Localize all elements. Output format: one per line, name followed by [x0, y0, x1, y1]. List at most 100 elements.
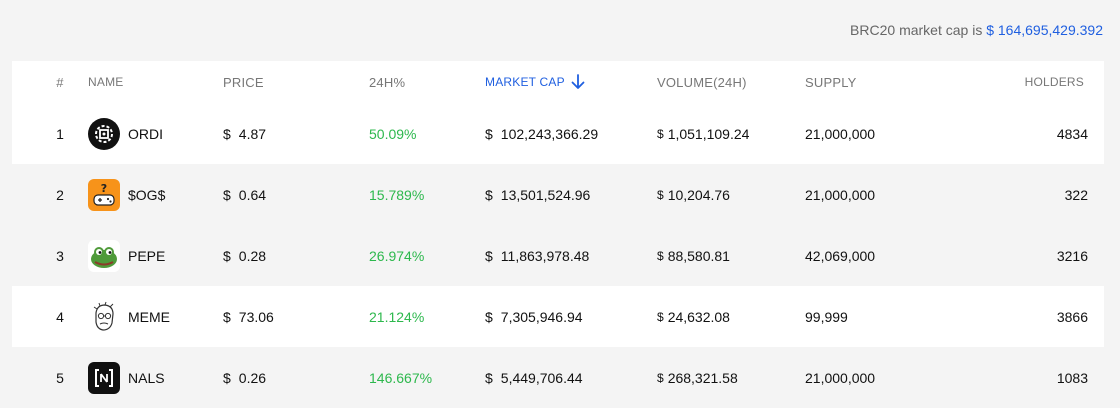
currency-symbol: $ — [485, 186, 493, 203]
market-cap-value: 7,305,946.94 — [500, 308, 583, 325]
col-header-supply[interactable]: SUPPLY — [805, 61, 857, 103]
col-header-volume[interactable]: VOLUME(24H) — [657, 61, 747, 103]
col-header-holders[interactable]: HOLDERS — [1025, 61, 1084, 103]
market-cap-value: 5,449,706.44 — [500, 369, 583, 386]
change-24h: 26.974% — [369, 247, 425, 264]
market-cap-cell: $13,501,524.96 — [485, 164, 590, 225]
supply-value: 21,000,000 — [805, 369, 876, 386]
market-cap-value: $ 164,695,429.392 — [986, 22, 1103, 38]
volume-cell: $268,321.58 — [657, 347, 738, 408]
change-24h: 21.124% — [369, 308, 425, 325]
supply-value: 21,000,000 — [805, 186, 876, 203]
market-cap-cell: $5,449,706.44 — [485, 347, 583, 408]
row-rank: 5 — [56, 369, 64, 386]
token-name-cell[interactable]: NALS — [88, 347, 165, 408]
price-value: 0.28 — [238, 247, 267, 264]
change-24h: 15.789% — [369, 186, 425, 203]
market-cap-value: 11,863,978.48 — [500, 247, 590, 264]
currency-symbol: $ — [657, 370, 664, 385]
currency-symbol: $ — [223, 125, 231, 142]
holders-value: 3866 — [1056, 308, 1088, 325]
table-row[interactable]: 5 NALS $0.26 146.667% $5,449,706.44 $268… — [12, 347, 1104, 408]
volume-value: 88,580.81 — [667, 247, 730, 264]
col-header-market-cap-label: MARKET CAP — [485, 75, 565, 89]
table-row[interactable]: 2 ? $OG$ $0.64 15.789% $13,501,524.96 $1… — [12, 164, 1104, 225]
volume-value: 24,632.08 — [667, 308, 730, 325]
holders-value: 4834 — [1056, 125, 1088, 142]
pepe-frog-logo-icon — [88, 239, 120, 272]
price-cell: $73.06 — [223, 286, 274, 347]
market-cap-cell: $102,243,366.29 — [485, 103, 598, 164]
price-value: 0.26 — [238, 369, 267, 386]
col-header-market-cap[interactable]: MARKET CAP — [485, 61, 585, 103]
currency-symbol: $ — [657, 309, 664, 324]
table-row[interactable]: 1 ORDI $4.87 50.09% $102,243,366.29 $1,0… — [12, 103, 1104, 164]
market-cap-summary: BRC20 market cap is $ 164,695,429.392 — [850, 22, 1103, 38]
token-name-cell[interactable]: MEME — [88, 286, 170, 347]
price-value: 0.64 — [238, 186, 267, 203]
market-cap-value: 13,501,524.96 — [500, 186, 591, 203]
currency-symbol: $ — [485, 247, 493, 264]
currency-symbol: $ — [223, 186, 231, 203]
market-cap-cell: $11,863,978.48 — [485, 225, 589, 286]
col-header-rank: # — [56, 74, 64, 90]
price-value: 73.06 — [238, 308, 274, 325]
volume-value: 10,204.76 — [667, 186, 730, 203]
token-name: MEME — [128, 308, 170, 325]
volume-cell: $10,204.76 — [657, 164, 730, 225]
holders-value: 3216 — [1056, 247, 1088, 264]
token-name: $OG$ — [128, 186, 166, 203]
currency-symbol: $ — [223, 369, 231, 386]
row-rank: 2 — [56, 186, 64, 203]
price-cell: $0.28 — [223, 225, 266, 286]
price-cell: $0.64 — [223, 164, 266, 225]
supply-value: 21,000,000 — [805, 125, 876, 142]
token-table: # NAME PRICE 24H% MARKET CAP VOLUME(24H)… — [12, 61, 1104, 408]
price-cell: $0.26 — [223, 347, 266, 408]
supply-value: 42,069,000 — [805, 247, 876, 264]
token-name-cell[interactable]: PEPE — [88, 225, 165, 286]
currency-symbol: $ — [485, 369, 493, 386]
volume-cell: $88,580.81 — [657, 225, 730, 286]
token-name-cell[interactable]: ORDI — [88, 103, 163, 164]
col-header-24h[interactable]: 24H% — [369, 61, 405, 103]
currency-symbol: $ — [223, 247, 231, 264]
volume-cell: $1,051,109.24 — [657, 103, 749, 164]
currency-symbol: $ — [657, 187, 664, 202]
og-gamepad-logo-icon: ? — [88, 178, 120, 211]
volume-cell: $24,632.08 — [657, 286, 730, 347]
svg-text:?: ? — [101, 182, 107, 195]
table-row[interactable]: 3 PEPE $0.28 26.974% $11,863,978.48 $88,… — [12, 225, 1104, 286]
market-cap-cell: $7,305,946.94 — [485, 286, 583, 347]
token-name: ORDI — [128, 125, 163, 142]
table-header: # NAME PRICE 24H% MARKET CAP VOLUME(24H)… — [12, 61, 1104, 103]
row-rank: 1 — [56, 125, 64, 142]
market-cap-value: 102,243,366.29 — [500, 125, 599, 142]
change-24h: 146.667% — [369, 369, 433, 386]
currency-symbol: $ — [485, 125, 493, 142]
col-header-name[interactable]: NAME — [88, 61, 123, 103]
token-name-cell[interactable]: ? $OG$ — [88, 164, 165, 225]
currency-symbol: $ — [485, 308, 493, 325]
ordi-logo-icon — [88, 117, 120, 150]
table-row[interactable]: 4 MEME $73.06 21.124% $7,305,946.94 $24,… — [12, 286, 1104, 347]
nals-logo-icon — [88, 361, 120, 394]
arrow-down-icon — [571, 74, 585, 90]
row-rank: 3 — [56, 247, 64, 264]
volume-value: 1,051,109.24 — [667, 125, 750, 142]
price-cell: $4.87 — [223, 103, 266, 164]
currency-symbol: $ — [657, 126, 664, 141]
meme-face-logo-icon — [88, 300, 120, 333]
col-header-price[interactable]: PRICE — [223, 61, 264, 103]
row-rank: 4 — [56, 308, 64, 325]
market-cap-label: BRC20 market cap is — [850, 22, 983, 38]
currency-symbol: $ — [657, 248, 664, 263]
token-name: PEPE — [128, 247, 166, 264]
token-name: NALS — [128, 369, 165, 386]
price-value: 4.87 — [238, 125, 267, 142]
holders-value: 322 — [1064, 186, 1088, 203]
volume-value: 268,321.58 — [667, 369, 738, 386]
supply-value: 99,999 — [805, 308, 848, 325]
currency-symbol: $ — [223, 308, 231, 325]
change-24h: 50.09% — [369, 125, 417, 142]
